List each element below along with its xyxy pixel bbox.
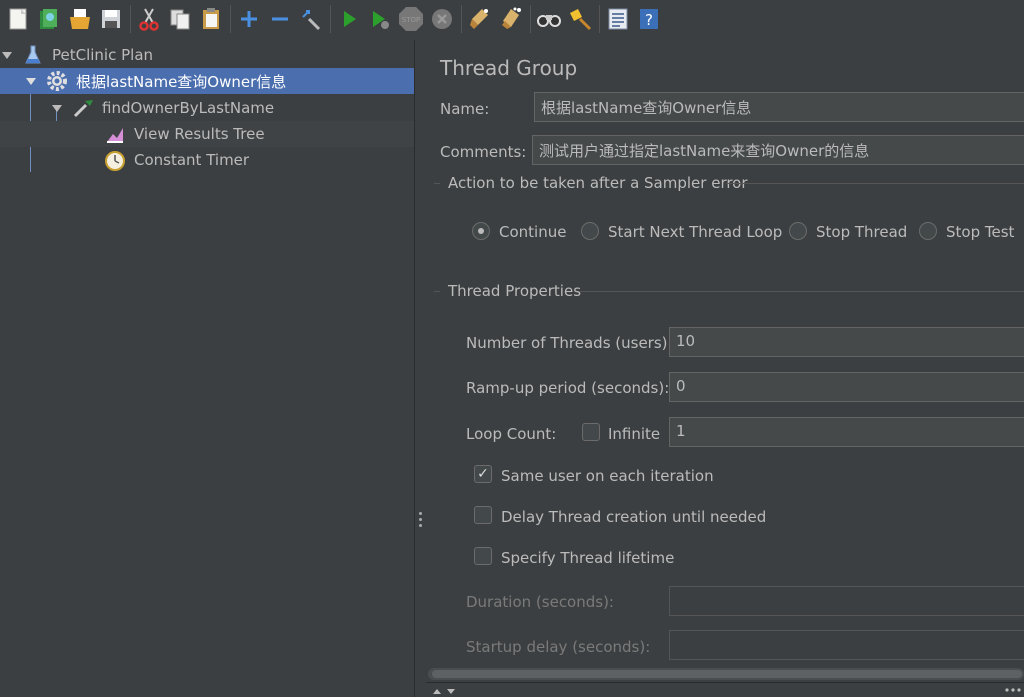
stop-icon[interactable]: STOP — [397, 5, 425, 33]
radio-stop-test-label: Stop Test — [946, 223, 1015, 241]
duration-label: Duration (seconds): — [466, 593, 614, 611]
chevron-down-icon[interactable] — [26, 77, 36, 85]
templates-icon[interactable] — [35, 5, 63, 33]
toolbar-separator — [330, 5, 331, 33]
function-helper-icon[interactable] — [604, 5, 632, 33]
cut-icon[interactable] — [135, 5, 163, 33]
more-icon[interactable] — [1004, 687, 1022, 693]
reset-search-icon[interactable] — [566, 5, 594, 33]
duration-field — [669, 586, 1024, 616]
search-icon[interactable] — [535, 5, 563, 33]
tree-item-timer[interactable]: Constant Timer — [0, 147, 414, 173]
chevron-down-icon[interactable] — [2, 51, 12, 59]
name-label: Name: — [440, 100, 490, 118]
save-icon[interactable] — [97, 5, 125, 33]
tree-item-label: View Results Tree — [134, 125, 265, 143]
delay-thread-checkbox[interactable] — [474, 506, 492, 524]
comments-field[interactable]: 测试用户通过指定lastName来查询Owner的信息 — [532, 135, 1024, 165]
open-icon[interactable] — [66, 5, 94, 33]
threads-field[interactable]: 10 — [669, 327, 1024, 357]
rampup-label: Ramp-up period (seconds): — [466, 379, 670, 397]
collapse-icon[interactable] — [266, 5, 294, 33]
group-border — [434, 183, 440, 184]
shutdown-icon[interactable] — [428, 5, 456, 33]
paste-icon[interactable] — [197, 5, 225, 33]
error-action-title: Action to be taken after a Sampler error — [448, 174, 748, 192]
thread-lifetime-label: Specify Thread lifetime — [501, 549, 675, 567]
copy-icon[interactable] — [166, 5, 194, 33]
panel-title: Thread Group — [440, 56, 578, 80]
start-no-pause-icon[interactable] — [366, 5, 394, 33]
flask-icon — [22, 44, 44, 66]
loop-count-field[interactable]: 1 — [669, 417, 1024, 447]
toolbar-separator — [599, 5, 600, 33]
radio-continue-label: Continue — [499, 223, 567, 241]
chevron-down-icon[interactable] — [52, 104, 62, 112]
startup-delay-field — [669, 630, 1024, 660]
startup-delay-label: Startup delay (seconds): — [466, 638, 651, 656]
radio-stop-thread-label: Stop Thread — [816, 223, 908, 241]
chart-icon — [104, 123, 126, 145]
tree-item-label: Constant Timer — [134, 151, 250, 169]
name-field[interactable]: 根据lastName查询Owner信息 — [534, 92, 1024, 122]
tree-item-label: findOwnerByLastName — [102, 99, 275, 117]
tree-item-label: PetClinic Plan — [52, 46, 154, 64]
timer-icon — [104, 149, 126, 171]
help-icon[interactable]: ? — [635, 5, 663, 33]
toggle-icon[interactable] — [297, 5, 325, 33]
svg-text:STOP: STOP — [402, 16, 420, 24]
toolbar-separator — [230, 5, 231, 33]
gear-icon — [46, 70, 68, 92]
same-user-label: Same user on each iteration — [501, 467, 714, 485]
radio-start-next-loop[interactable] — [581, 222, 599, 240]
thread-lifetime-checkbox[interactable] — [474, 547, 492, 565]
radio-start-next-loop-label: Start Next Thread Loop — [608, 223, 783, 241]
tree-item-label: 根据lastName查询Owner信息 — [76, 72, 287, 91]
threads-label: Number of Threads (users): — [466, 334, 673, 352]
scrollbar-thumb[interactable] — [432, 670, 1022, 678]
toolbar-separator — [130, 5, 131, 33]
clear-icon[interactable] — [466, 5, 494, 33]
drag-handle-icon[interactable] — [419, 512, 422, 530]
tree-item-sampler[interactable]: findOwnerByLastName — [0, 95, 414, 121]
toolbar-separator — [461, 5, 462, 33]
bottom-bar — [426, 682, 1024, 697]
group-border — [580, 291, 1024, 292]
radio-continue[interactable] — [472, 222, 490, 240]
radio-stop-test[interactable] — [919, 222, 937, 240]
thread-props-title: Thread Properties — [448, 282, 582, 300]
tree-item-listener[interactable]: View Results Tree — [0, 121, 414, 147]
svg-text:?: ? — [645, 11, 653, 29]
clear-all-icon[interactable] — [497, 5, 525, 33]
toolbar-separator — [530, 5, 531, 33]
delay-thread-label: Delay Thread creation until needed — [501, 508, 767, 526]
infinite-checkbox[interactable] — [582, 423, 600, 441]
group-border — [434, 291, 440, 292]
loop-count-label: Loop Count: — [466, 425, 557, 443]
tree-item-plan[interactable]: PetClinic Plan — [0, 42, 414, 68]
rampup-field[interactable]: 0 — [669, 372, 1024, 402]
toolbar: STOP ? — [0, 0, 1024, 38]
infinite-label: Infinite — [608, 425, 661, 443]
scroll-arrows-icon[interactable] — [432, 686, 460, 696]
start-icon[interactable] — [335, 5, 363, 33]
split-pane-divider[interactable] — [414, 40, 426, 697]
pipette-icon — [72, 97, 94, 119]
tree-item-thread-group[interactable]: 根据lastName查询Owner信息 — [0, 68, 414, 94]
expand-icon[interactable] — [235, 5, 263, 33]
horizontal-scrollbar[interactable] — [428, 668, 1024, 680]
same-user-checkbox[interactable]: ✓ — [474, 465, 492, 483]
comments-label: Comments: — [440, 143, 527, 161]
new-icon[interactable] — [4, 5, 32, 33]
thread-group-panel: Thread Group Name: 根据lastName查询Owner信息 C… — [426, 40, 1024, 697]
radio-stop-thread[interactable] — [789, 222, 807, 240]
test-plan-tree: PetClinic Plan 根据lastName查询Owner信息 findO… — [0, 40, 414, 697]
group-border — [726, 183, 1024, 184]
